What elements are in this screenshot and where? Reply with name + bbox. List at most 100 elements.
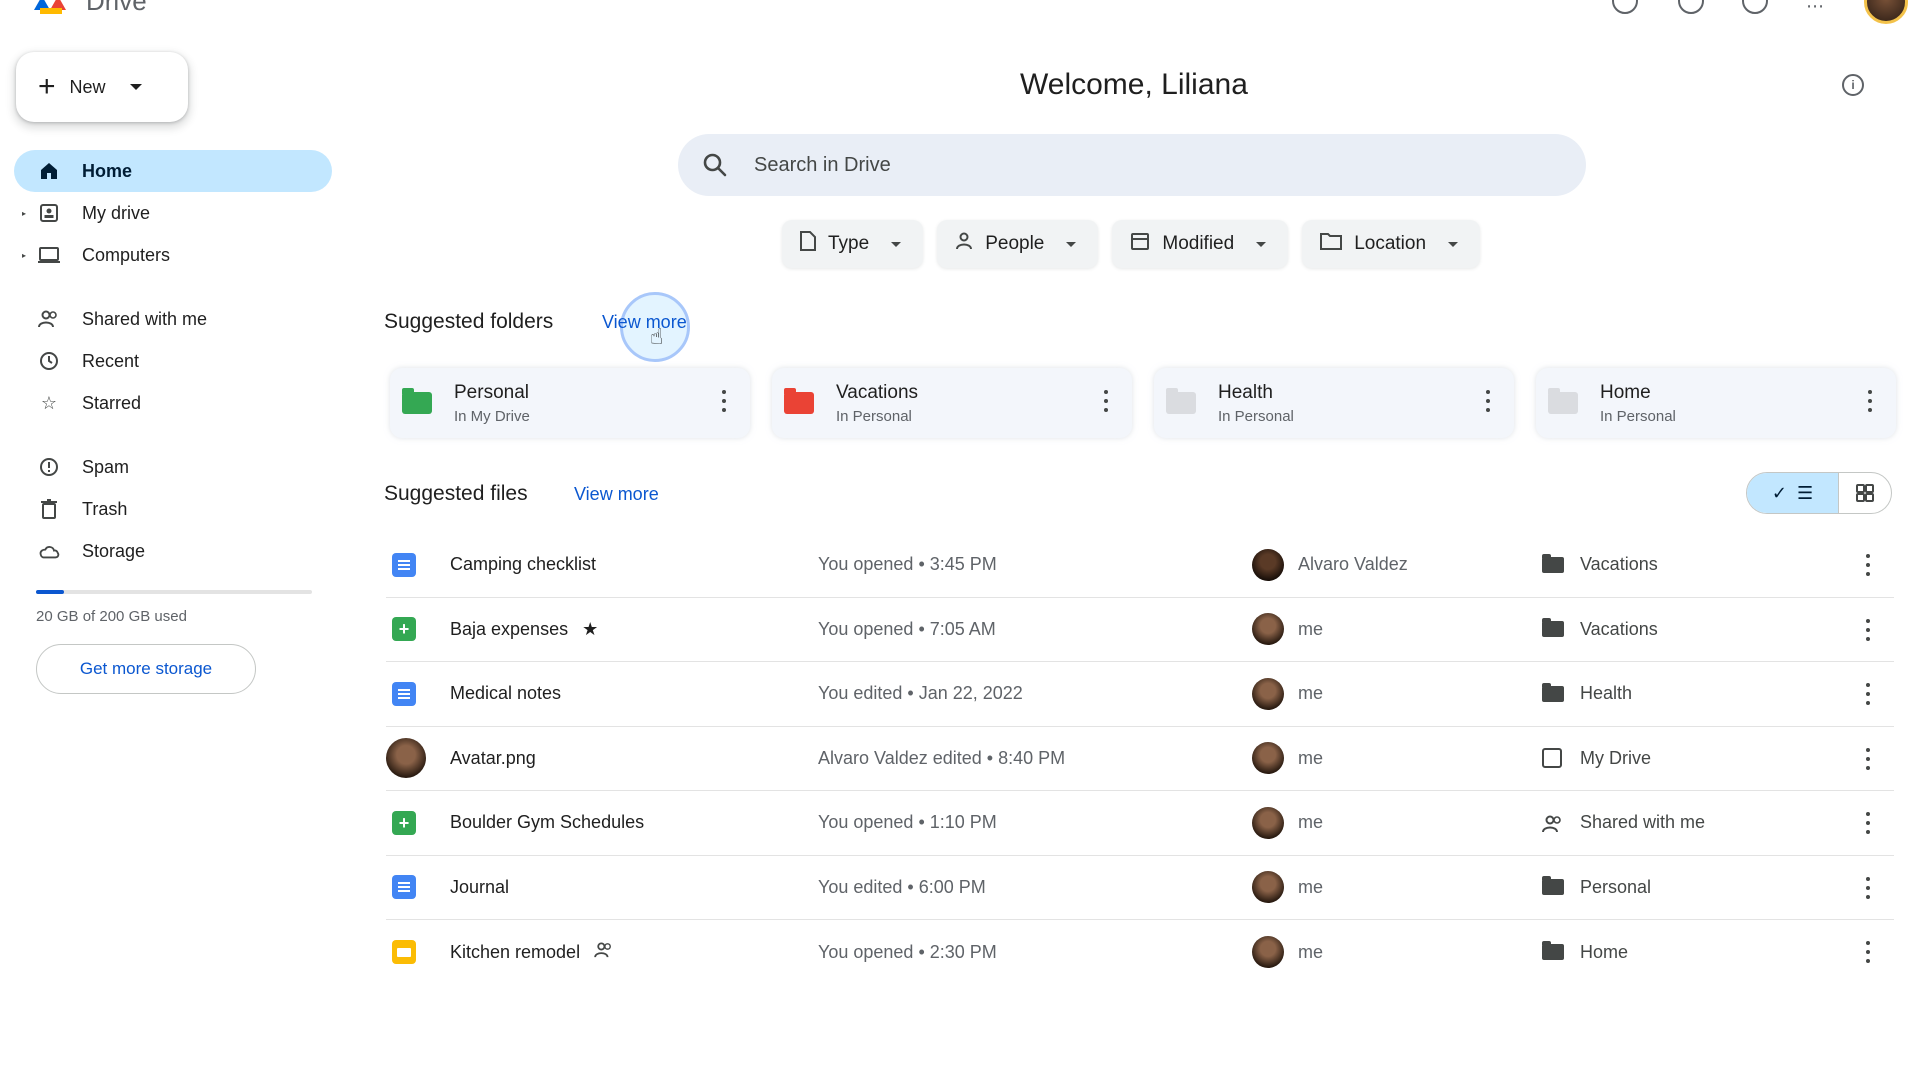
- sidebar-item-my-drive[interactable]: ▸ My drive: [14, 192, 332, 234]
- caret-down-icon: [1448, 241, 1459, 247]
- shared-folder-icon: [1542, 618, 1564, 638]
- more-options-icon[interactable]: [1868, 390, 1872, 412]
- get-more-storage-button[interactable]: Get more storage: [36, 644, 256, 694]
- files-view-more-link[interactable]: View more: [574, 484, 659, 505]
- clock-icon: [38, 350, 60, 372]
- more-options-icon[interactable]: [722, 390, 726, 412]
- expand-arrow-icon[interactable]: ▸: [22, 251, 26, 260]
- apps-grid-icon[interactable]: ⋯: [1806, 0, 1826, 17]
- status-icon[interactable]: [1612, 0, 1638, 14]
- file-activity: You opened • 1:10 PM: [818, 812, 997, 833]
- expand-arrow-icon[interactable]: ▸: [22, 209, 26, 218]
- more-options-icon[interactable]: [1866, 554, 1870, 576]
- sidebar-item-recent[interactable]: Recent: [14, 340, 332, 382]
- help-icon[interactable]: [1678, 0, 1704, 14]
- folder-card[interactable]: Home In Personal: [1536, 368, 1896, 438]
- table-row[interactable]: Baja expenses ★ You opened • 7:05 AM me V…: [386, 598, 1894, 662]
- my-drive-icon: [38, 202, 60, 224]
- more-options-icon[interactable]: [1866, 747, 1870, 770]
- sidebar-item-spam[interactable]: Spam: [14, 446, 332, 488]
- file-location[interactable]: Vacations: [1580, 619, 1658, 640]
- drive-logo-icon[interactable]: [30, 0, 70, 14]
- home-icon: [38, 160, 60, 182]
- folder-card[interactable]: Vacations In Personal: [772, 368, 1132, 438]
- list-view-button[interactable]: ✓ ☰: [1747, 473, 1839, 513]
- folder-name: Vacations: [836, 381, 919, 403]
- file-owner: me: [1298, 683, 1324, 704]
- file-activity: You opened • 7:05 AM: [818, 618, 996, 639]
- storage-usage-text: 20 GB of 200 GB used: [36, 608, 187, 625]
- new-button-label: New: [69, 76, 106, 97]
- sidebar-item-label: Computers: [82, 244, 171, 265]
- account-avatar[interactable]: [1864, 0, 1908, 24]
- table-row[interactable]: Camping checklist You opened • 3:45 PM A…: [386, 533, 1894, 598]
- filter-chips: Type People Modified Location: [782, 220, 1481, 268]
- more-options-icon[interactable]: [1866, 618, 1870, 641]
- sidebar-item-label: Home: [82, 160, 133, 181]
- search-bar[interactable]: [678, 134, 1586, 196]
- owner-avatar: [1252, 936, 1284, 969]
- owner-avatar: [1252, 613, 1284, 646]
- file-location[interactable]: Shared with me: [1580, 812, 1705, 833]
- more-options-icon[interactable]: [1104, 390, 1108, 412]
- sidebar-item-home[interactable]: Home: [14, 150, 332, 192]
- star-icon: ☆: [40, 392, 58, 413]
- filter-location-chip[interactable]: Location: [1302, 220, 1481, 268]
- new-button[interactable]: + New: [16, 52, 188, 122]
- filter-modified-chip[interactable]: Modified: [1112, 220, 1289, 268]
- file-location[interactable]: Home: [1580, 942, 1628, 963]
- more-options-icon[interactable]: [1866, 683, 1870, 705]
- sidebar-item-label: My drive: [82, 202, 151, 223]
- file-activity: You opened • 2:30 PM: [818, 941, 997, 962]
- search-input[interactable]: [754, 153, 1454, 177]
- folders-view-more-link[interactable]: View more: [602, 312, 687, 333]
- more-options-icon[interactable]: [1866, 876, 1870, 899]
- sidebar-item-trash[interactable]: Trash: [14, 488, 332, 530]
- table-row[interactable]: Avatar.png Alvaro Valdez edited • 8:40 P…: [386, 727, 1894, 791]
- table-row[interactable]: Kitchen remodel You opened • 2:30 PM me …: [386, 920, 1894, 985]
- file-location[interactable]: Health: [1580, 683, 1632, 704]
- file-location[interactable]: Personal: [1580, 877, 1651, 898]
- folder-card[interactable]: Health In Personal: [1154, 368, 1514, 438]
- info-icon[interactable]: i: [1842, 74, 1864, 96]
- shared-folder-icon: [1542, 876, 1564, 896]
- filter-label: People: [985, 233, 1045, 254]
- folder-card[interactable]: Personal In My Drive: [390, 368, 750, 438]
- folder-location: In Personal: [836, 407, 912, 425]
- search-icon[interactable]: [702, 152, 728, 178]
- filter-type-chip[interactable]: Type: [782, 220, 924, 268]
- table-row[interactable]: Boulder Gym Schedules You opened • 1:10 …: [386, 791, 1894, 856]
- file-activity: You opened • 3:45 PM: [818, 554, 997, 575]
- more-options-icon[interactable]: [1866, 812, 1870, 834]
- file-name: Camping checklist: [450, 554, 597, 575]
- file-icon: [800, 231, 816, 257]
- grid-view-button[interactable]: [1839, 473, 1891, 513]
- folder-name: Personal: [454, 381, 529, 403]
- file-activity: Alvaro Valdez edited • 8:40 PM: [818, 747, 1066, 768]
- my-drive-icon: [1542, 748, 1562, 769]
- plus-icon: +: [38, 70, 56, 103]
- caret-down-icon: [1256, 241, 1267, 247]
- file-owner: me: [1298, 941, 1324, 962]
- table-row[interactable]: Medical notes You edited • Jan 22, 2022 …: [386, 662, 1894, 727]
- storage-progress-fill: [36, 590, 64, 594]
- sidebar-item-computers[interactable]: ▸ Computers: [14, 234, 332, 276]
- file-location[interactable]: My Drive: [1580, 748, 1651, 769]
- file-location[interactable]: Vacations: [1580, 554, 1658, 575]
- more-options-icon[interactable]: [1866, 941, 1870, 963]
- file-name: Medical notes: [450, 683, 562, 704]
- check-icon: ✓: [1771, 482, 1787, 503]
- sidebar-item-starred[interactable]: ☆ Starred: [14, 382, 332, 424]
- filter-people-chip[interactable]: People: [937, 220, 1099, 268]
- sidebar-item-label: Shared with me: [82, 308, 208, 329]
- sidebar-item-shared[interactable]: Shared with me: [14, 298, 332, 340]
- more-options-icon[interactable]: [1486, 390, 1490, 412]
- settings-icon[interactable]: [1742, 0, 1768, 14]
- app-brand: Drive: [86, 0, 147, 16]
- file-name: Journal: [450, 876, 510, 897]
- shared-folder-icon: [1542, 682, 1564, 702]
- sidebar-item-storage[interactable]: Storage: [14, 530, 332, 572]
- folder-location: In Personal: [1600, 407, 1676, 425]
- storage-progress-bar: [36, 590, 312, 594]
- table-row[interactable]: Journal You edited • 6:00 PM me Personal: [386, 856, 1894, 920]
